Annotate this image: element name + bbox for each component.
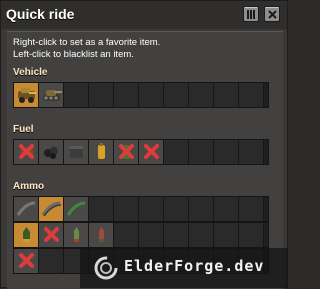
fuel-slot-row xyxy=(13,139,269,165)
car-icon xyxy=(18,88,36,103)
blacklist-x-icon xyxy=(144,144,159,159)
close-button[interactable] xyxy=(264,6,280,22)
vehicle-slot-empty[interactable] xyxy=(64,83,89,107)
vehicle-slot-row xyxy=(13,82,269,108)
elderforge-logo-icon xyxy=(94,256,118,280)
ammo-slot-empty[interactable] xyxy=(214,197,239,221)
ammo-slot-empty[interactable] xyxy=(114,197,139,221)
vehicle-slot-empty[interactable] xyxy=(239,83,264,107)
ammo-slot-rail-basic[interactable] xyxy=(14,197,39,221)
coal-icon xyxy=(44,147,58,159)
fuel-slot-solid-fuel[interactable] xyxy=(64,140,89,164)
fuel-slot-rocket-fuel[interactable] xyxy=(89,140,114,164)
ammo-slot-blacklisted[interactable] xyxy=(39,223,64,247)
hint-favorite: Right-click to set as a favorite item. xyxy=(13,37,161,48)
fuel-slot-coal[interactable] xyxy=(39,140,64,164)
window-title: Quick ride xyxy=(6,6,75,22)
vehicle-slot-empty[interactable] xyxy=(114,83,139,107)
ammo-slot-empty[interactable] xyxy=(239,197,264,221)
vehicle-slot-empty[interactable] xyxy=(189,83,214,107)
ammo-slot-empty[interactable] xyxy=(239,223,264,247)
ammo-slot-empty[interactable] xyxy=(139,197,164,221)
rail-icon xyxy=(16,201,36,216)
ammo-slot-rocket[interactable] xyxy=(64,223,89,247)
fuel-slot-empty[interactable] xyxy=(214,140,239,164)
ammo-slot-empty[interactable] xyxy=(39,249,64,273)
vehicle-slot-empty[interactable] xyxy=(139,83,164,107)
fuel-slot-empty[interactable] xyxy=(164,140,189,164)
hint-blacklist: Left-click to blacklist an item. xyxy=(13,49,134,60)
blacklist-x-icon xyxy=(19,253,34,268)
ammo-slot-empty[interactable] xyxy=(189,197,214,221)
rocket-icon xyxy=(74,227,79,242)
section-label-fuel: Fuel xyxy=(13,124,34,135)
ammo-slot-empty[interactable] xyxy=(139,223,164,247)
blacklist-x-icon xyxy=(119,144,134,159)
vehicle-slot-tank[interactable] xyxy=(39,83,64,107)
ammo-slot-row-1 xyxy=(13,196,269,222)
rail-icon xyxy=(66,201,86,216)
vehicle-slot-car[interactable] xyxy=(14,83,39,107)
vehicle-slot-empty[interactable] xyxy=(214,83,239,107)
ammo-slot-empty[interactable] xyxy=(214,223,239,247)
fuel-slot-blacklisted[interactable] xyxy=(139,140,164,164)
ammo-slot-cannon-shell[interactable] xyxy=(14,223,39,247)
quick-ride-window: Quick ride Right-click to set as a favor… xyxy=(0,0,288,289)
ammo-slot-row-2 xyxy=(13,222,269,248)
ammo-slot-empty[interactable] xyxy=(164,197,189,221)
titlebar[interactable]: Quick ride xyxy=(1,1,287,29)
section-label-ammo: Ammo xyxy=(13,181,45,192)
watermark-text: ElderForge.dev xyxy=(124,257,265,275)
ammo-slot-rail-green[interactable] xyxy=(64,197,89,221)
blacklist-x-icon xyxy=(19,144,34,159)
rocket-fuel-icon xyxy=(98,143,105,159)
ammo-slot-empty[interactable] xyxy=(164,223,189,247)
fuel-slot-nuclear-fuel[interactable] xyxy=(114,140,139,164)
fuel-slot-wood[interactable] xyxy=(14,140,39,164)
columns-icon xyxy=(247,9,255,19)
ammo-slot-rocket-explosive[interactable] xyxy=(89,223,114,247)
ammo-slot-empty[interactable] xyxy=(89,197,114,221)
blacklist-x-icon xyxy=(44,227,59,242)
ammo-slot-empty[interactable] xyxy=(189,223,214,247)
vehicle-slot-empty[interactable] xyxy=(164,83,189,107)
ammo-slot-rail-selected[interactable] xyxy=(39,197,64,221)
close-icon xyxy=(267,9,277,19)
section-label-vehicle: Vehicle xyxy=(13,67,48,78)
fuel-slot-empty[interactable] xyxy=(189,140,214,164)
solid-fuel-icon xyxy=(70,146,83,158)
ammo-slot-empty[interactable] xyxy=(114,223,139,247)
rocket-icon xyxy=(99,227,104,242)
ammo-slot-blacklisted[interactable] xyxy=(14,249,39,273)
menu-button[interactable] xyxy=(243,6,259,22)
cannon-shell-icon xyxy=(23,227,30,242)
rail-icon xyxy=(41,201,62,217)
fuel-slot-empty[interactable] xyxy=(239,140,264,164)
tank-icon xyxy=(43,90,62,101)
vehicle-slot-empty[interactable] xyxy=(89,83,114,107)
